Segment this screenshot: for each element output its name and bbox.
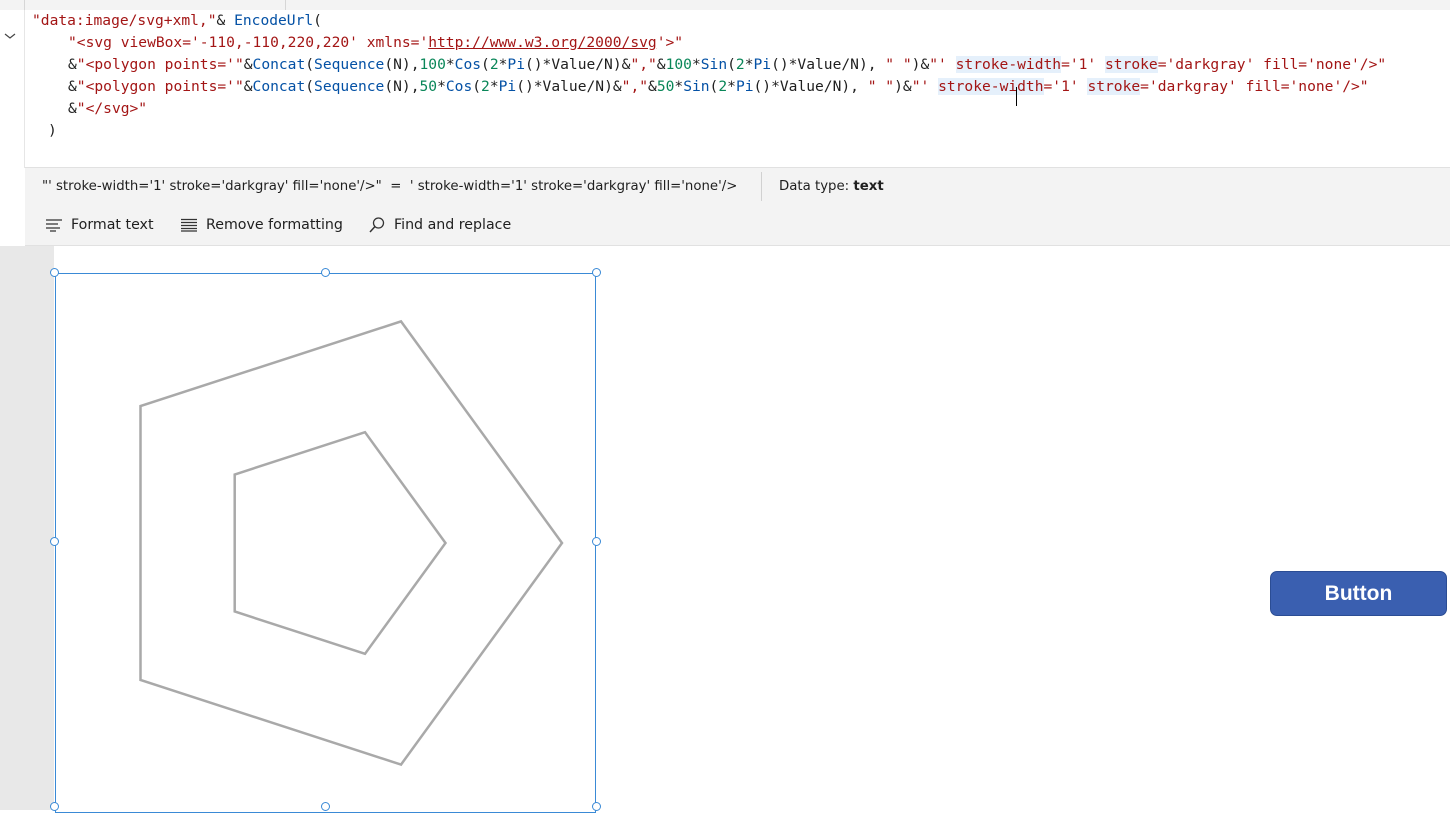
format-text-label: Format text [71, 217, 154, 233]
formula-line-5: &"</svg>" [68, 100, 148, 117]
find-and-replace-button[interactable]: Find and replace [368, 205, 511, 245]
resize-handle-top-left[interactable] [50, 268, 59, 277]
formula-editor[interactable]: "data:image/svg+xml,"& EncodeUrl( "<svg … [25, 10, 1450, 167]
search-icon [369, 217, 385, 233]
outer-pentagon [139, 319, 564, 767]
editor-gutter [0, 10, 25, 168]
formula-line-6: ) [48, 122, 57, 139]
chevron-down-icon[interactable] [2, 28, 18, 44]
find-and-replace-label: Find and replace [394, 217, 512, 233]
canvas-button[interactable]: Button [1270, 571, 1447, 616]
text-caret [1016, 87, 1017, 106]
image-control-selected[interactable] [55, 273, 596, 813]
format-text-icon [46, 219, 62, 232]
evaluation-divider [761, 172, 762, 201]
formula-evaluation-bar: "' stroke-width='1' stroke='darkgray' fi… [25, 167, 1450, 206]
remove-formatting-label: Remove formatting [206, 217, 343, 233]
remove-formatting-icon [181, 218, 197, 232]
formula-line-3: &"<polygon points='"&Concat(Sequence(N),… [68, 56, 1387, 73]
formula-line-4: &"<polygon points='"&Concat(Sequence(N),… [68, 78, 1369, 95]
resize-handle-right[interactable] [592, 537, 601, 546]
format-text-button[interactable]: Format text [45, 205, 154, 245]
formula-line-1: "data:image/svg+xml,"& EncodeUrl( [32, 12, 322, 29]
formula-line-2: "<svg viewBox='-110,-110,220,220' xmlns=… [68, 34, 684, 51]
data-type-readout: Data type: text [779, 168, 884, 205]
pentagon-image [139, 319, 564, 767]
formula-toolbar: Format text Remove formatting Find and r… [25, 205, 1450, 246]
canvas-gutter [0, 246, 54, 810]
data-type-value: text [853, 179, 884, 194]
data-type-label: Data type: [779, 179, 854, 194]
evaluation-expression: "' stroke-width='1' stroke='darkgray' fi… [42, 179, 738, 194]
resize-handle-left[interactable] [50, 537, 59, 546]
resize-handle-top-right[interactable] [592, 268, 601, 277]
remove-formatting-button[interactable]: Remove formatting [180, 205, 343, 245]
resize-handle-top[interactable] [321, 268, 330, 277]
inner-pentagon [233, 430, 448, 656]
